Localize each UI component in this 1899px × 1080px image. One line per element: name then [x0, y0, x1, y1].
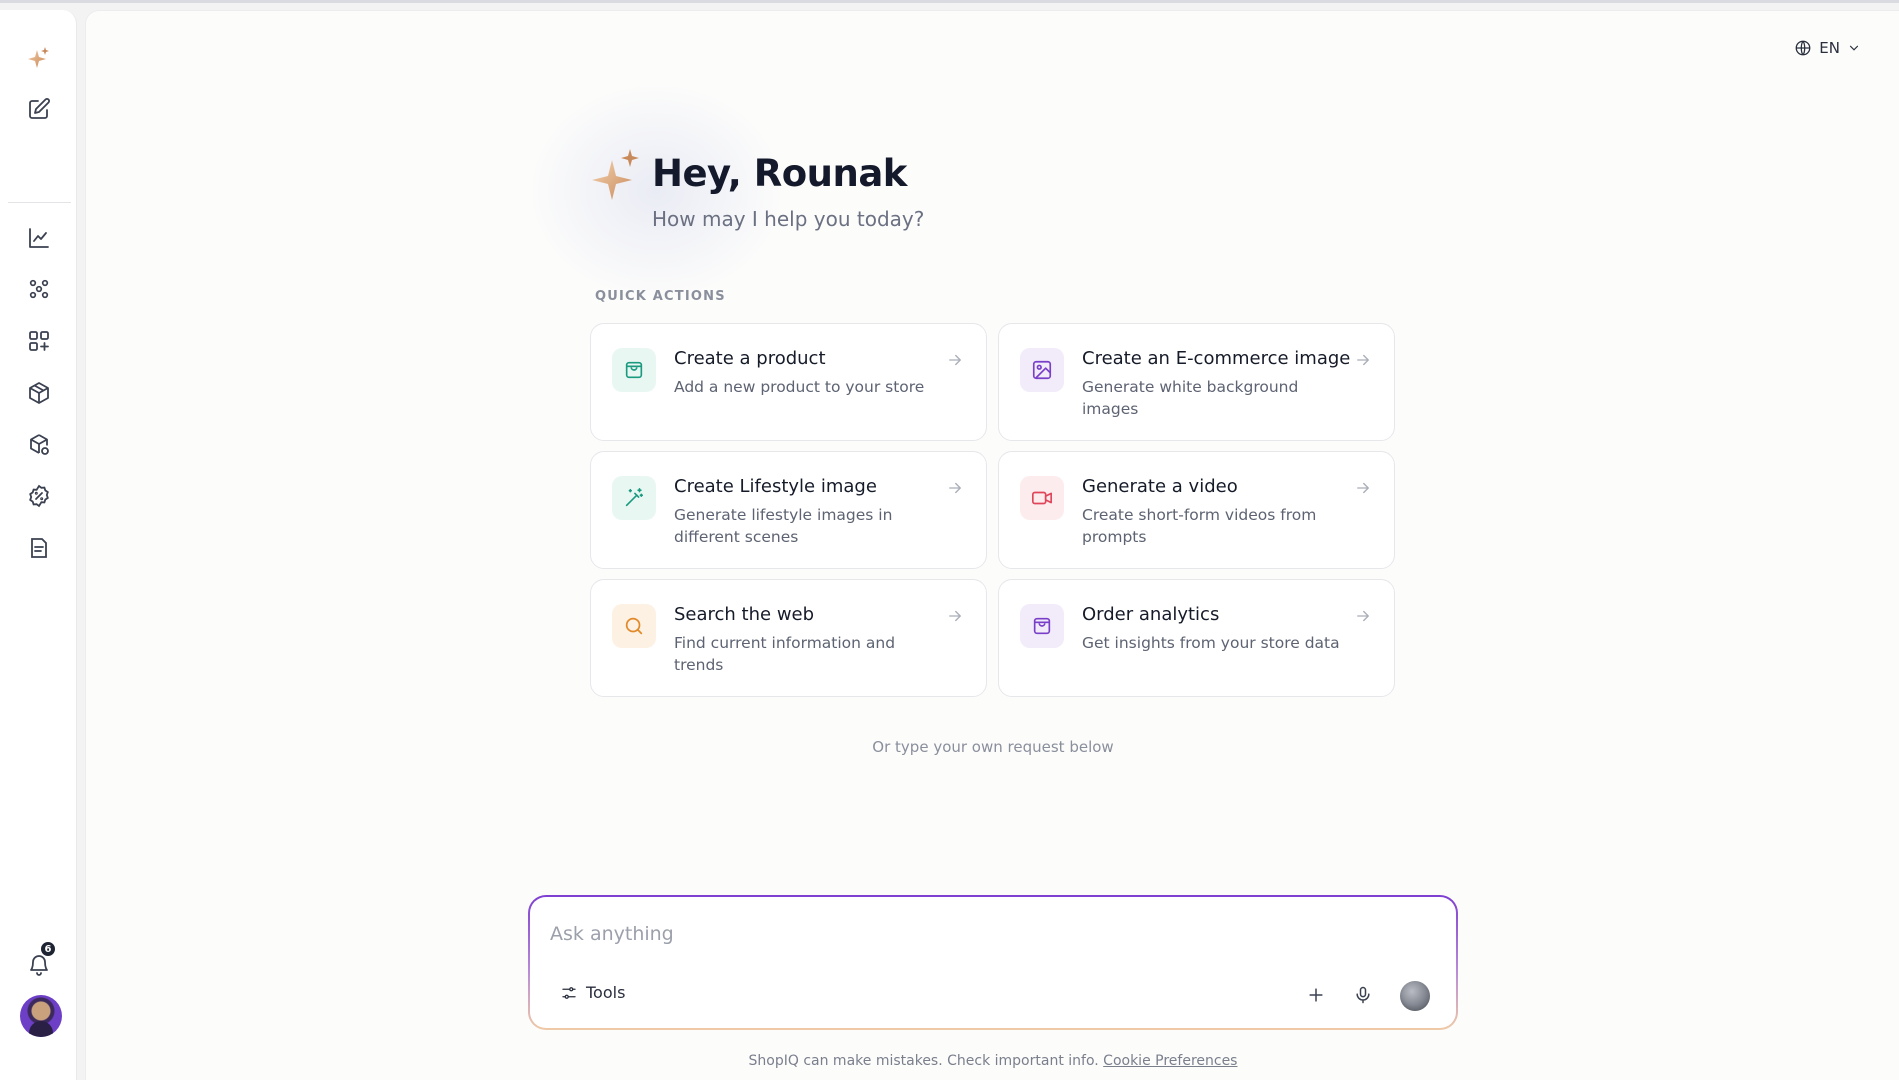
plus-icon: [1309, 988, 1323, 1002]
ask-input[interactable]: [550, 919, 1410, 949]
card-title: Create an E-commerce image: [1082, 348, 1351, 369]
sliders-icon: [562, 986, 576, 999]
quick-action-order-analytics[interactable]: Order analytics Get insights from your s…: [998, 579, 1395, 697]
cookie-preferences-link[interactable]: Cookie Preferences: [1103, 1053, 1237, 1069]
sidebar-item-analytics[interactable]: [21, 220, 57, 256]
greeting-subtitle: How may I help you today?: [652, 207, 925, 231]
arrow-right-icon: [949, 610, 962, 622]
users-group-icon: [29, 279, 49, 299]
composer-inner: Tools: [530, 897, 1456, 1028]
arrow-right-icon: [1357, 354, 1370, 366]
card-description: Create short-form videos from prompts: [1082, 506, 1317, 546]
arrow-right-icon: [949, 482, 962, 494]
search-icon: [625, 617, 643, 635]
card-title: Order analytics: [1082, 604, 1220, 625]
voice-mode-orb[interactable]: [1400, 981, 1430, 1011]
notifications-button[interactable]: 6: [21, 941, 57, 983]
line-chart-icon: [29, 228, 49, 248]
image-icon: [1032, 360, 1052, 380]
sidebar-item-products[interactable]: [21, 375, 57, 411]
grid-plus-icon: [29, 331, 49, 351]
card-icon-box: [612, 348, 656, 392]
quick-action-search-web[interactable]: Search the web Find current information …: [590, 579, 987, 697]
new-chat-button[interactable]: [21, 91, 57, 127]
card-description: Find current information and trends: [674, 634, 896, 674]
quick-actions-heading: QUICK ACTIONS: [595, 289, 726, 304]
card-icon-box: [612, 476, 656, 520]
shopping-bag-icon: [1033, 617, 1051, 635]
card-title: Search the web: [674, 604, 815, 625]
card-title: Generate a video: [1082, 476, 1238, 497]
quick-action-create-product[interactable]: Create a product Add a new product to yo…: [590, 323, 987, 441]
sidebar-divider: [8, 202, 71, 203]
arrow-right-icon: [1357, 482, 1370, 494]
card-description: Generate white background images: [1082, 378, 1299, 418]
card-description: Generate lifestyle images in different s…: [674, 506, 893, 546]
discount-badge-icon: [29, 484, 49, 508]
arrow-right-icon: [1357, 610, 1370, 622]
logo-sparkle-icon[interactable]: [21, 40, 57, 76]
notification-badge: 6: [40, 941, 56, 957]
arrow-right-icon: [949, 354, 962, 366]
sidebar-item-apps[interactable]: [21, 323, 57, 359]
hero-sparkle-icon: [592, 149, 639, 200]
card-description: Add a new product to your store: [674, 378, 925, 396]
card-title: Create Lifestyle image: [674, 476, 877, 497]
box-settings-icon: [30, 434, 49, 455]
disclaimer: ShopIQ can make mistakes. Check importan…: [86, 1053, 1899, 1069]
chevron-down-icon: [1849, 45, 1859, 51]
voice-input-button[interactable]: [1349, 981, 1377, 1009]
card-icon-box: [612, 604, 656, 648]
sidebar-item-inventory[interactable]: [21, 427, 57, 463]
report-icon: [31, 538, 47, 558]
disclaimer-text: ShopIQ can make mistakes. Check importan…: [748, 1053, 1099, 1069]
chat-composer: Tools: [528, 895, 1458, 1030]
sidebar-item-customers[interactable]: [21, 271, 57, 307]
edit-icon: [29, 98, 50, 119]
main-panel: EN Hey, Rounak How may I help you today?…: [85, 10, 1899, 1080]
card-description: Get insights from your store data: [1082, 634, 1340, 652]
card-icon-box: [1020, 604, 1064, 648]
quick-action-lifestyle-image[interactable]: Create Lifestyle image Generate lifestyl…: [590, 451, 987, 569]
tools-button[interactable]: Tools: [560, 983, 625, 1002]
sidebar-item-discounts[interactable]: [21, 478, 57, 514]
tools-label: Tools: [586, 983, 626, 1002]
card-icon-box: [1020, 476, 1064, 520]
card-title: Create a product: [674, 348, 826, 369]
user-avatar[interactable]: [20, 995, 62, 1037]
video-icon: [1032, 491, 1052, 505]
attach-button[interactable]: [1302, 981, 1330, 1009]
language-selector[interactable]: EN: [1794, 39, 1861, 57]
quick-action-generate-video[interactable]: Generate a video Create short-form video…: [998, 451, 1395, 569]
sidebar: 6: [0, 10, 77, 1080]
box-icon: [29, 382, 49, 404]
sparkle-icon: [28, 47, 49, 68]
magic-wand-icon: [625, 488, 644, 507]
language-label: EN: [1819, 39, 1840, 57]
microphone-icon: [1356, 986, 1370, 1004]
top-divider: [0, 0, 1899, 3]
quick-action-ecommerce-image[interactable]: Create an E-commerce image Generate whit…: [998, 323, 1395, 441]
shopping-bag-icon: [625, 361, 643, 379]
sidebar-item-reports[interactable]: [21, 530, 57, 566]
globe-icon: [1795, 40, 1811, 56]
card-icon-box: [1020, 348, 1064, 392]
type-request-hint: Or type your own request below: [872, 738, 1114, 756]
greeting-title: Hey, Rounak: [652, 152, 907, 195]
